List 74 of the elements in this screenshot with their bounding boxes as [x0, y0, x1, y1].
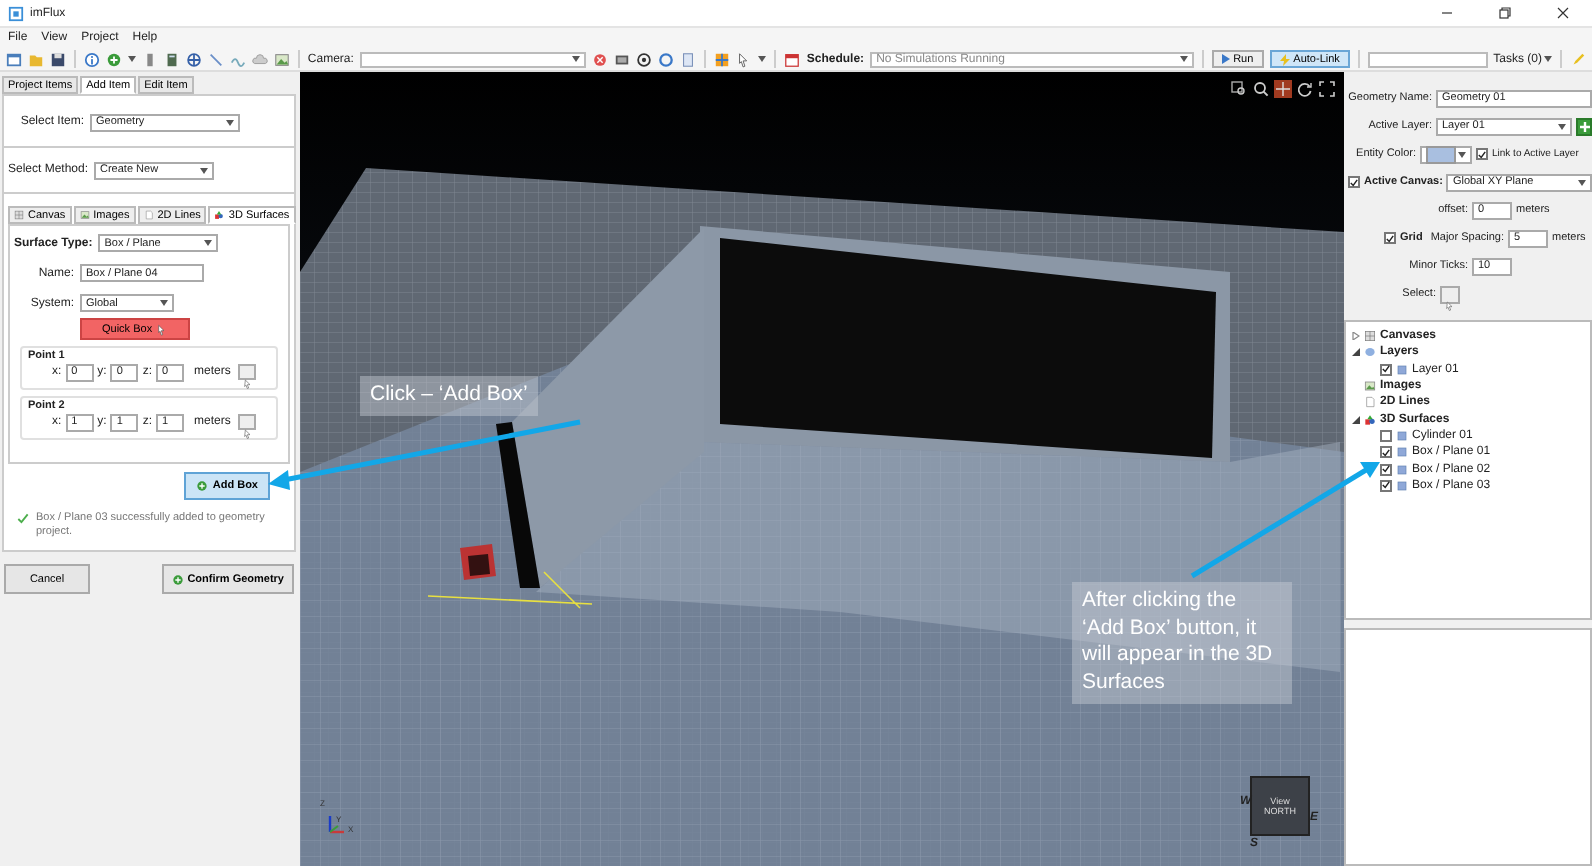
- globe-icon[interactable]: [185, 51, 202, 67]
- checkbox[interactable]: [1348, 176, 1360, 188]
- film-icon[interactable]: [614, 51, 631, 67]
- collapse-icon[interactable]: [1350, 348, 1360, 357]
- checkbox[interactable]: [1384, 232, 1396, 244]
- layer-swatch-icon: [1396, 363, 1408, 376]
- image-icon: [1364, 380, 1376, 393]
- document-icon[interactable]: [680, 51, 697, 67]
- caret-icon: [204, 238, 213, 249]
- grid-tool-icon[interactable]: [714, 51, 731, 67]
- pick-icon: [241, 378, 254, 391]
- calendar-icon[interactable]: [784, 51, 801, 67]
- new-window-icon[interactable]: [6, 51, 22, 67]
- caret-icon: [200, 165, 208, 176]
- play-icon: [1221, 54, 1230, 64]
- checkbox[interactable]: [1380, 446, 1392, 459]
- cursor-icon[interactable]: [736, 51, 753, 67]
- search-icon[interactable]: [1252, 80, 1270, 98]
- text-field[interactable]: [1367, 51, 1488, 67]
- annotation-callout: After clicking the ‘Add Box’ button, it will appear in the 3D Surfaces: [1072, 582, 1292, 704]
- fullscreen-icon[interactable]: [1318, 80, 1336, 98]
- info-icon[interactable]: [83, 51, 100, 67]
- ring-icon[interactable]: [658, 51, 675, 67]
- layer-swatch-icon: [1396, 479, 1408, 492]
- zoom-box-icon[interactable]: [1230, 80, 1248, 98]
- add-icon: [171, 573, 184, 585]
- caret-icon: [1558, 121, 1566, 131]
- checkbox[interactable]: [1380, 429, 1392, 442]
- add-icon[interactable]: [105, 51, 122, 67]
- collapse-icon[interactable]: [1350, 415, 1360, 424]
- annotation-callout: Click – ‘Add Box’: [360, 376, 538, 416]
- expand-icon[interactable]: [1350, 332, 1360, 341]
- axis-icon: [324, 812, 348, 836]
- add-icon: [196, 479, 209, 492]
- canvas-icon: [1364, 330, 1376, 343]
- caret-icon: [1578, 177, 1586, 187]
- layer-swatch-icon: [1396, 429, 1408, 442]
- save-icon[interactable]: [50, 51, 66, 67]
- caret-icon: [226, 117, 234, 128]
- caret-icon: [758, 54, 767, 64]
- caret-icon: [1179, 54, 1188, 64]
- check-icon: [16, 511, 30, 526]
- checkbox[interactable]: [1380, 463, 1392, 476]
- checkbox[interactable]: [1380, 363, 1392, 376]
- color-picker[interactable]: [1420, 145, 1472, 163]
- image-icon[interactable]: [273, 51, 290, 67]
- cursor-icon: [156, 323, 169, 336]
- pan-icon[interactable]: [1274, 80, 1292, 98]
- layers-icon: [1364, 346, 1376, 359]
- add-layer-button[interactable]: [1576, 117, 1592, 135]
- pick-icon: [1444, 299, 1456, 311]
- target-icon[interactable]: [636, 51, 653, 67]
- checkbox[interactable]: [1380, 479, 1392, 492]
- layer-swatch-icon: [1396, 463, 1408, 476]
- shapes-icon: [1364, 413, 1376, 426]
- page-icon: [1364, 396, 1376, 409]
- rotate-icon[interactable]: [1296, 80, 1314, 98]
- line-icon[interactable]: [207, 51, 224, 67]
- layer-swatch-icon: [1396, 446, 1408, 459]
- canvas-icon: [14, 210, 24, 221]
- page-icon: [143, 210, 154, 221]
- app-icon: [8, 5, 24, 21]
- image-icon: [79, 210, 90, 221]
- checkbox[interactable]: [1476, 148, 1488, 160]
- caret-icon: [127, 54, 136, 64]
- shapes-icon: [214, 210, 225, 221]
- caret-icon: [572, 54, 581, 64]
- caret-icon: [160, 298, 168, 309]
- restore-icon[interactable]: [1496, 4, 1514, 22]
- lightning-icon: [1279, 53, 1290, 65]
- stop-icon[interactable]: [592, 51, 609, 67]
- caret-icon: [1544, 54, 1552, 64]
- pick-icon: [241, 428, 254, 441]
- close-icon[interactable]: [1554, 4, 1572, 22]
